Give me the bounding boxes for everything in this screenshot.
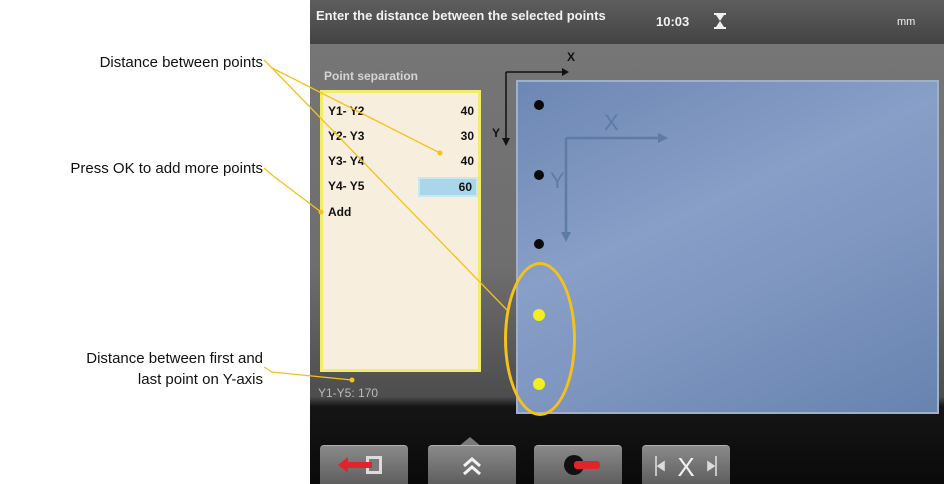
total-distance-summary: Y1-Y5: 170 (318, 386, 379, 400)
measure-toggle-button[interactable] (534, 445, 622, 484)
callout-first-last-line2: last point on Y-axis (137, 371, 263, 388)
point-separation-list: Y1- Y2 40 Y2- Y3 30 Y3- Y4 40 Y4- Y5 60 … (320, 90, 481, 372)
watermark-x-label: X (604, 110, 619, 135)
unit-label: mm (897, 16, 916, 28)
row-label: Y4- Y5 (328, 179, 365, 193)
measure-toggle-icon (564, 455, 600, 475)
point-y3[interactable] (534, 239, 544, 249)
clock: 10:03 (656, 14, 690, 29)
point-y2[interactable] (534, 170, 544, 180)
exit-icon (338, 456, 382, 474)
callout-first-last-distance: Distance between first and last point on… (10, 348, 263, 390)
row-value[interactable]: 30 (418, 129, 478, 143)
row-value[interactable]: 40 (418, 104, 478, 118)
add-point-item[interactable]: Add (328, 205, 351, 219)
separation-row-selected[interactable]: Y4- Y5 60 (328, 177, 478, 197)
instruction-text: Enter the distance between the selected … (316, 8, 606, 23)
y-axis-label: Y (492, 126, 501, 140)
exit-button[interactable] (320, 445, 408, 484)
row-value[interactable]: 40 (418, 154, 478, 168)
x-distance-button[interactable]: X (642, 445, 730, 484)
row-label: Y3- Y4 (328, 154, 365, 168)
svg-text:X: X (677, 452, 694, 482)
row-label: Y1- Y2 (328, 104, 365, 118)
point-y1[interactable] (534, 100, 544, 110)
watermark-axes-icon: X Y (550, 110, 668, 242)
row-label: Y2- Y3 (328, 129, 365, 143)
callout-press-ok: Press OK to add more points (70, 160, 263, 177)
chevron-up-icon (463, 457, 481, 476)
selected-value-field[interactable]: 60 (418, 177, 478, 197)
top-bar: Enter the distance between the selected … (310, 0, 944, 44)
callout-distance-between-points: Distance between points (99, 54, 263, 71)
separation-row[interactable]: Y3- Y4 40 (328, 153, 478, 171)
watermark-y-label: Y (550, 168, 565, 193)
x-distance-icon: X (655, 452, 717, 482)
hourglass-icon (714, 13, 726, 29)
separation-row[interactable]: Y2- Y3 30 (328, 128, 478, 146)
selected-points-highlight (504, 262, 576, 416)
callout-first-last-line1: Distance between first and (86, 350, 263, 367)
device-screen: Enter the distance between the selected … (310, 0, 944, 484)
workpiece-view: X Y (516, 80, 939, 414)
scroll-up-button[interactable] (428, 445, 516, 484)
separation-row[interactable]: Y1- Y2 40 (328, 103, 478, 121)
panel-title: Point separation (324, 69, 419, 83)
x-axis-label: X (567, 50, 576, 64)
